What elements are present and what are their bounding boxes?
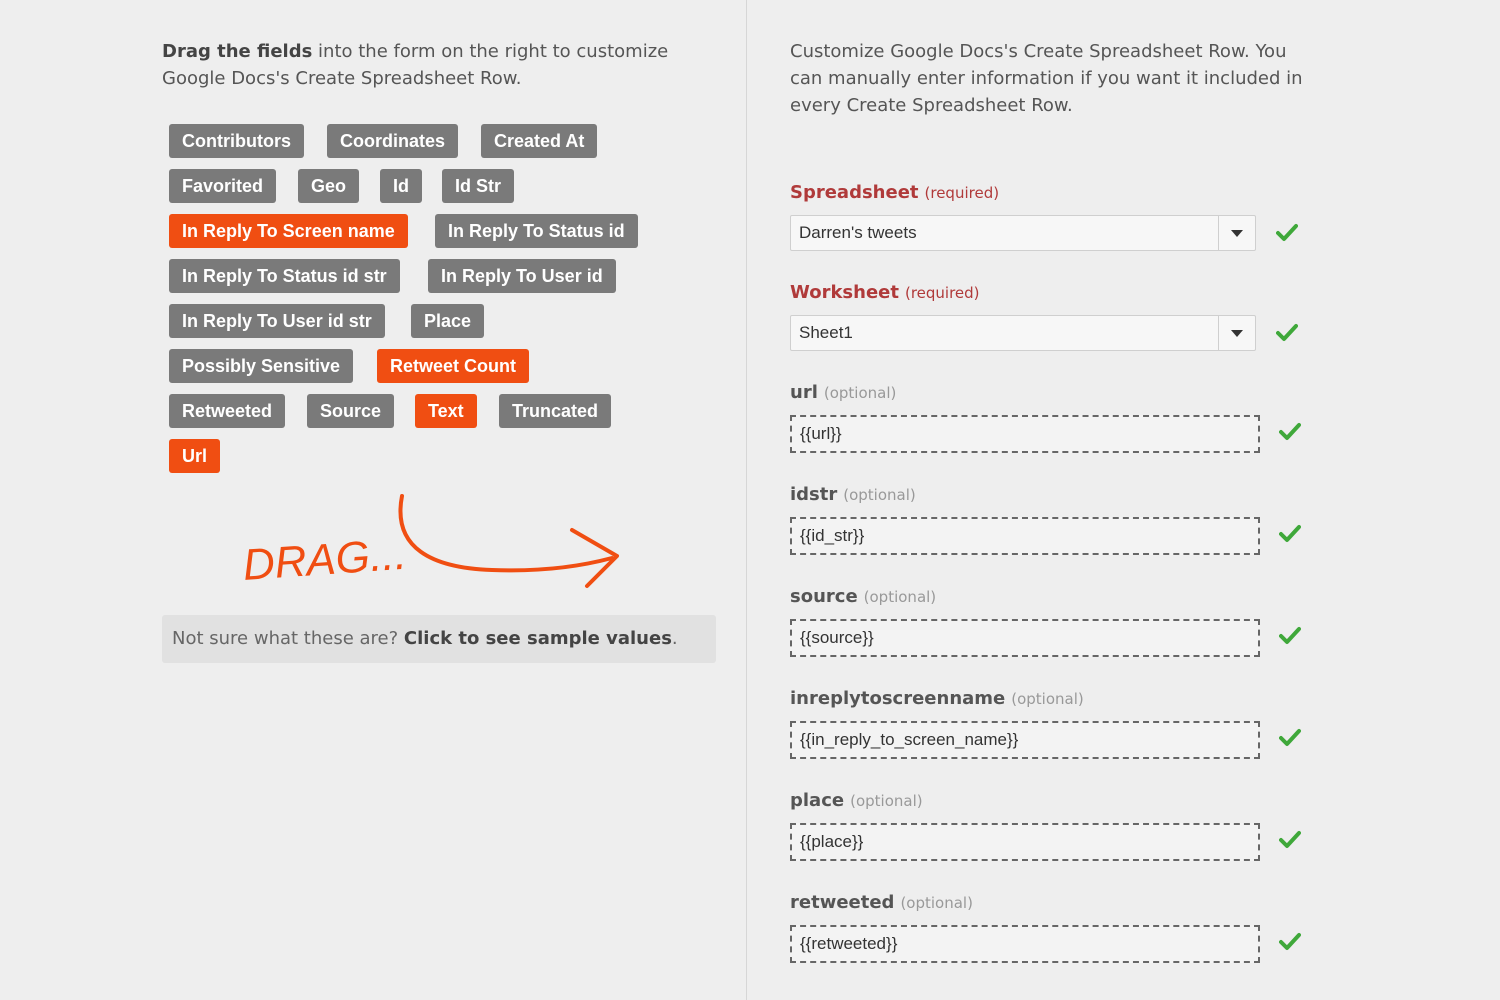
field-chips: Contributors Coordinates Created At Favo… <box>162 124 722 484</box>
chevron-down-icon[interactable] <box>1218 316 1255 350</box>
chip-text[interactable]: Text <box>415 394 477 428</box>
retweeted-field: retweeted (optional) {{retweeted}} <box>790 892 1310 963</box>
inreplytoscreenname-value: {{in_reply_to_screen_name}} <box>800 730 1019 749</box>
panel-divider <box>746 0 747 1000</box>
source-field: source (optional) {{source}} <box>790 586 1310 657</box>
url-hint: (optional) <box>823 384 897 402</box>
chip-in-reply-to-user-id[interactable]: In Reply To User id <box>428 259 616 293</box>
chip-created-at[interactable]: Created At <box>481 124 598 158</box>
idstr-field: idstr (optional) {{id_str}} <box>790 484 1310 555</box>
drag-text: DRAG... <box>242 530 408 590</box>
worksheet-field: Worksheet (required) Sheet1 <box>790 282 1310 351</box>
check-icon <box>1276 324 1298 341</box>
chip-favorited[interactable]: Favorited <box>169 169 277 203</box>
place-value: {{place}} <box>800 832 864 851</box>
drag-illustration: DRAG... <box>241 488 642 602</box>
worksheet-value: Sheet1 <box>799 323 853 342</box>
url-value: {{url}} <box>800 424 842 443</box>
place-label: place <box>790 790 845 811</box>
chip-source[interactable]: Source <box>307 394 395 428</box>
chip-in-reply-to-status-id[interactable]: In Reply To Status id <box>435 214 638 248</box>
spreadsheet-label: Spreadsheet <box>790 182 919 203</box>
source-value: {{source}} <box>800 628 874 647</box>
inreplytoscreenname-hint: (optional) <box>1011 690 1084 708</box>
chip-in-reply-to-status-id-str[interactable]: In Reply To Status id str <box>169 259 400 293</box>
check-icon <box>1279 831 1301 848</box>
source-input[interactable]: {{source}} <box>790 619 1260 657</box>
chip-truncated[interactable]: Truncated <box>499 394 612 428</box>
idstr-hint: (optional) <box>843 486 916 504</box>
spreadsheet-field: Spreadsheet (required) Darren's tweets <box>790 182 1310 251</box>
chip-url[interactable]: Url <box>169 439 221 473</box>
retweeted-value: {{retweeted}} <box>800 934 898 953</box>
sample-values-box: Not sure what these are? Click to see sa… <box>162 615 716 663</box>
inreplytoscreenname-input[interactable]: {{in_reply_to_screen_name}} <box>790 721 1260 759</box>
sample-prefix: Not sure what these are? <box>172 628 404 649</box>
worksheet-label: Worksheet <box>790 282 899 303</box>
idstr-input[interactable]: {{id_str}} <box>790 517 1260 555</box>
check-icon <box>1279 423 1301 440</box>
fields-intro: Drag the fields into the form on the rig… <box>162 38 722 92</box>
retweeted-label: retweeted <box>790 892 895 913</box>
check-icon <box>1279 627 1301 644</box>
url-label: url <box>790 382 818 403</box>
customize-panel: Customize Google Docs's Create Spreadshe… <box>790 38 1350 963</box>
spreadsheet-hint: (required) <box>924 184 1000 202</box>
chip-coordinates[interactable]: Coordinates <box>327 124 459 158</box>
check-icon <box>1279 933 1301 950</box>
drag-arrow-icon: DRAG... <box>241 494 619 590</box>
worksheet-select[interactable]: Sheet1 <box>790 315 1256 351</box>
inreplytoscreenname-label: inreplytoscreenname <box>790 688 1006 709</box>
url-input[interactable]: {{url}} <box>790 415 1260 453</box>
idstr-value: {{id_str}} <box>800 526 865 545</box>
source-label: source <box>790 586 858 607</box>
sample-suffix: . <box>671 628 678 649</box>
chip-in-reply-to-screen-name[interactable]: In Reply To Screen name <box>169 214 408 248</box>
chip-place[interactable]: Place <box>411 304 485 338</box>
retweeted-hint: (optional) <box>900 894 973 912</box>
check-icon <box>1276 224 1298 241</box>
idstr-label: idstr <box>790 484 838 505</box>
chip-possibly-sensitive[interactable]: Possibly Sensitive <box>169 349 354 383</box>
chip-id[interactable]: Id <box>380 169 422 203</box>
spreadsheet-value: Darren's tweets <box>799 223 917 242</box>
sample-values-link[interactable]: Click to see sample values <box>404 628 672 649</box>
inreplytoscreenname-field: inreplytoscreenname (optional) {{in_reply… <box>790 688 1310 759</box>
chip-contributors[interactable]: Contributors <box>169 124 304 158</box>
place-input[interactable]: {{place}} <box>790 823 1260 861</box>
worksheet-hint: (required) <box>904 284 980 302</box>
check-icon <box>1279 525 1301 542</box>
customize-intro: Customize Google Docs's Create Spreadshe… <box>790 41 1303 116</box>
chip-geo[interactable]: Geo <box>298 169 360 203</box>
place-field: place (optional) {{place}} <box>790 790 1310 861</box>
retweeted-input[interactable]: {{retweeted}} <box>790 925 1260 963</box>
check-icon <box>1279 729 1301 746</box>
place-hint: (optional) <box>850 792 923 810</box>
intro-bold: Drag the fields <box>162 41 313 62</box>
fields-panel: Drag the fields into the form on the rig… <box>162 38 722 663</box>
chip-in-reply-to-user-id-str[interactable]: In Reply To User id str <box>169 304 385 338</box>
chip-retweeted[interactable]: Retweeted <box>169 394 286 428</box>
chip-id-str[interactable]: Id Str <box>442 169 515 203</box>
url-field: url (optional) {{url}} <box>790 382 1310 453</box>
chevron-down-icon[interactable] <box>1218 216 1255 250</box>
source-hint: (optional) <box>863 588 937 606</box>
spreadsheet-select[interactable]: Darren's tweets <box>790 215 1256 251</box>
chip-retweet-count[interactable]: Retweet Count <box>377 349 529 383</box>
